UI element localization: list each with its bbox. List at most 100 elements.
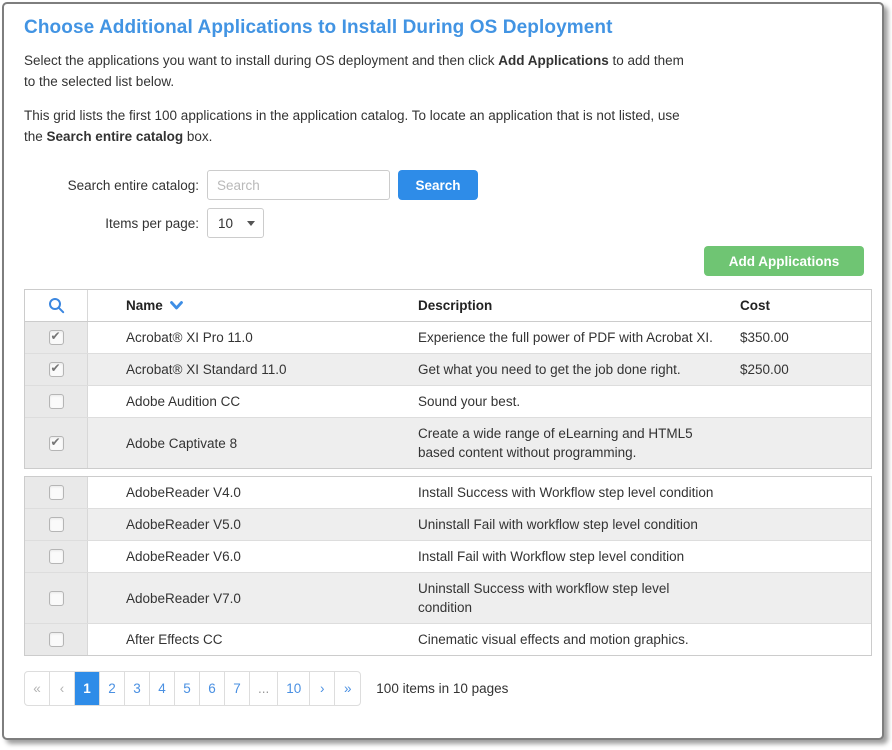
app-description: Uninstall Fail with workflow step level … bbox=[410, 509, 732, 540]
app-description: Create a wide range of eLearning and HTM… bbox=[410, 418, 732, 468]
table-row[interactable]: Adobe Audition CC Sound your best. bbox=[25, 386, 871, 418]
items-per-page-label: Items per page: bbox=[24, 216, 199, 231]
row-checkbox-cell bbox=[25, 541, 88, 572]
app-cost bbox=[732, 573, 871, 623]
app-description: Cinematic visual effects and motion grap… bbox=[410, 624, 732, 655]
app-name: After Effects CC bbox=[88, 624, 410, 655]
app-name: AdobeReader V7.0 bbox=[88, 573, 410, 623]
app-description: Sound your best. bbox=[410, 386, 732, 417]
pager: «‹1234567...10›» bbox=[24, 671, 361, 706]
header-search-cell bbox=[25, 290, 88, 321]
app-description: Uninstall Success with workflow step lev… bbox=[410, 573, 732, 623]
column-header-description[interactable]: Description bbox=[410, 290, 732, 321]
page-button-6[interactable]: 6 bbox=[200, 672, 225, 705]
search-label: Search entire catalog: bbox=[24, 178, 199, 193]
table-row[interactable]: Acrobat® XI Standard 11.0 Get what you n… bbox=[25, 354, 871, 386]
row-checkbox-cell bbox=[25, 509, 88, 540]
row-checkbox-cell bbox=[25, 418, 88, 468]
caret-down-icon bbox=[247, 221, 255, 226]
items-per-page-row: Items per page: 10 bbox=[24, 208, 864, 238]
row-checkbox[interactable] bbox=[49, 591, 64, 606]
intro-paragraph-1: Select the applications you want to inst… bbox=[24, 50, 686, 92]
app-cost bbox=[732, 477, 871, 508]
page-button-7[interactable]: 7 bbox=[225, 672, 250, 705]
table-row[interactable]: AdobeReader V6.0 Install Fail with Workf… bbox=[25, 541, 871, 573]
intro-p1-text: Select the applications you want to inst… bbox=[24, 53, 498, 68]
row-checkbox-cell bbox=[25, 573, 88, 623]
app-cost bbox=[732, 509, 871, 540]
row-checkbox[interactable] bbox=[49, 485, 64, 500]
app-name: AdobeReader V5.0 bbox=[88, 509, 410, 540]
row-checkbox[interactable] bbox=[49, 517, 64, 532]
app-cost bbox=[732, 624, 871, 655]
table-row[interactable]: AdobeReader V4.0 Install Success with Wo… bbox=[25, 477, 871, 509]
row-checkbox[interactable] bbox=[49, 549, 64, 564]
page-button-4[interactable]: 4 bbox=[150, 672, 175, 705]
table-row[interactable]: AdobeReader V7.0 Uninstall Success with … bbox=[25, 573, 871, 624]
column-header-name[interactable]: Name bbox=[88, 290, 410, 321]
sort-desc-icon bbox=[170, 301, 183, 310]
intro-p2-text-2: box. bbox=[183, 129, 212, 144]
items-per-page-select[interactable]: 10 bbox=[207, 208, 264, 238]
applications-table-bottom: AdobeReader V4.0 Install Success with Wo… bbox=[24, 476, 872, 656]
app-cost bbox=[732, 418, 871, 468]
dialog-window: Choose Additional Applications to Instal… bbox=[2, 2, 884, 740]
app-cost bbox=[732, 386, 871, 417]
column-header-cost[interactable]: Cost bbox=[732, 290, 871, 321]
app-name: AdobeReader V4.0 bbox=[88, 477, 410, 508]
app-name: Adobe Captivate 8 bbox=[88, 418, 410, 468]
app-name: Acrobat® XI Pro 11.0 bbox=[88, 322, 410, 353]
page-button-3[interactable]: 3 bbox=[125, 672, 150, 705]
table-row[interactable]: Adobe Captivate 8 Create a wide range of… bbox=[25, 418, 871, 468]
intro-p2-bold: Search entire catalog bbox=[47, 129, 184, 144]
add-applications-row: Add Applications bbox=[24, 246, 864, 276]
row-checkbox-cell bbox=[25, 386, 88, 417]
intro-paragraph-2: This grid lists the first 100 applicatio… bbox=[24, 105, 686, 147]
applications-table-top: Name Description Cost Acrobat® XI Pro 11… bbox=[24, 289, 872, 469]
app-name: Adobe Audition CC bbox=[88, 386, 410, 417]
row-checkbox[interactable] bbox=[49, 394, 64, 409]
first-page-button: « bbox=[25, 672, 50, 705]
pagination-row: «‹1234567...10›» 100 items in 10 pages bbox=[24, 671, 864, 706]
page-button-10[interactable]: 10 bbox=[278, 672, 310, 705]
page-title: Choose Additional Applications to Instal… bbox=[24, 17, 864, 39]
table-header-row: Name Description Cost bbox=[25, 290, 871, 322]
table-section-divider bbox=[24, 469, 864, 476]
table-row[interactable]: AdobeReader V5.0 Uninstall Fail with wor… bbox=[25, 509, 871, 541]
app-description: Install Success with Workflow step level… bbox=[410, 477, 732, 508]
row-checkbox-cell bbox=[25, 624, 88, 655]
row-checkbox[interactable] bbox=[49, 330, 64, 345]
add-applications-button[interactable]: Add Applications bbox=[704, 246, 864, 276]
table-row[interactable]: Acrobat® XI Pro 11.0 Experience the full… bbox=[25, 322, 871, 354]
search-row: Search entire catalog: Search bbox=[24, 170, 864, 200]
app-cost: $250.00 bbox=[732, 354, 871, 385]
row-checkbox[interactable] bbox=[49, 362, 64, 377]
column-header-name-label: Name bbox=[126, 298, 163, 313]
row-checkbox-cell bbox=[25, 322, 88, 353]
row-checkbox[interactable] bbox=[49, 632, 64, 647]
search-icon[interactable] bbox=[48, 297, 65, 314]
app-description: Experience the full power of PDF with Ac… bbox=[410, 322, 732, 353]
row-checkbox-cell bbox=[25, 354, 88, 385]
row-checkbox[interactable] bbox=[49, 436, 64, 451]
app-cost: $350.00 bbox=[732, 322, 871, 353]
prev-page-button: ‹ bbox=[50, 672, 75, 705]
app-cost bbox=[732, 541, 871, 572]
page-button-2[interactable]: 2 bbox=[100, 672, 125, 705]
last-page-button[interactable]: » bbox=[335, 672, 360, 705]
search-button[interactable]: Search bbox=[398, 170, 478, 200]
app-name: Acrobat® XI Standard 11.0 bbox=[88, 354, 410, 385]
intro-p1-bold: Add Applications bbox=[498, 53, 609, 68]
items-per-page-value: 10 bbox=[218, 216, 233, 231]
app-name: AdobeReader V6.0 bbox=[88, 541, 410, 572]
row-checkbox-cell bbox=[25, 477, 88, 508]
pagination-summary: 100 items in 10 pages bbox=[376, 681, 508, 696]
table-row[interactable]: After Effects CC Cinematic visual effect… bbox=[25, 624, 871, 655]
app-description: Install Fail with Workflow step level co… bbox=[410, 541, 732, 572]
page-button-1[interactable]: 1 bbox=[75, 672, 100, 705]
search-input[interactable] bbox=[207, 170, 390, 200]
app-description: Get what you need to get the job done ri… bbox=[410, 354, 732, 385]
page-ellipsis: ... bbox=[250, 672, 278, 705]
next-page-button[interactable]: › bbox=[310, 672, 335, 705]
page-button-5[interactable]: 5 bbox=[175, 672, 200, 705]
